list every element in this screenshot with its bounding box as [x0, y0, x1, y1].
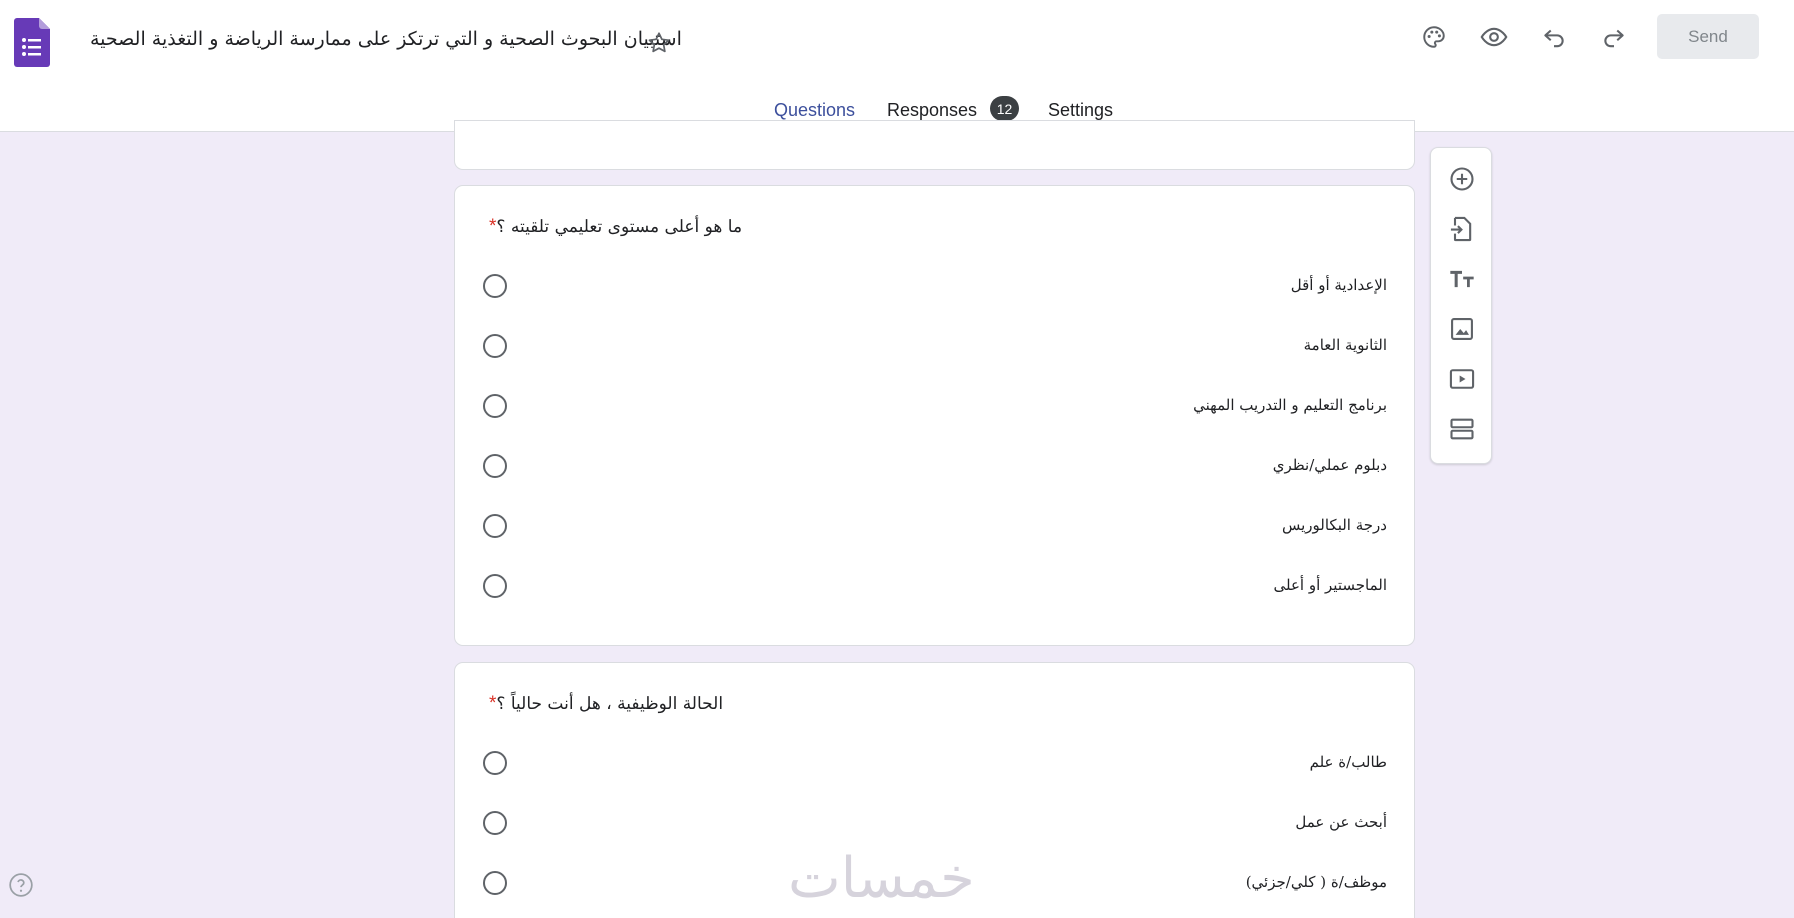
- option-row[interactable]: الماجستير أو أعلى: [483, 566, 1387, 606]
- app-header: استبيان البحوث الصحية و التي ترتكز على م…: [0, 0, 1794, 132]
- tab-settings[interactable]: Settings: [1048, 100, 1113, 121]
- radio-button[interactable]: [483, 751, 507, 775]
- radio-button[interactable]: [483, 394, 507, 418]
- option-label: طالب/ة علم: [1309, 753, 1387, 771]
- add-video-icon[interactable]: [1446, 363, 1478, 395]
- option-label: موظف/ة ( كلي/جزئي): [1245, 873, 1387, 891]
- question-card[interactable]: ما هو أعلى مستوى تعليمي تلقيته ؟* الإعدا…: [454, 185, 1415, 646]
- question-toolbar: [1430, 147, 1492, 464]
- option-label: درجة البكالوريس: [1282, 516, 1387, 534]
- eye-icon[interactable]: [1479, 22, 1509, 52]
- radio-button[interactable]: [483, 871, 507, 895]
- option-label: برنامج التعليم و التدريب المهني: [1193, 396, 1387, 414]
- redo-icon[interactable]: [1599, 22, 1629, 52]
- send-button[interactable]: Send: [1657, 14, 1759, 59]
- radio-button[interactable]: [483, 334, 507, 358]
- import-questions-icon[interactable]: [1446, 213, 1478, 245]
- undo-icon[interactable]: [1539, 22, 1569, 52]
- question-title: الحالة الوظيفية ، هل أنت حالياً ؟*: [489, 693, 724, 714]
- add-question-icon[interactable]: [1446, 163, 1478, 195]
- option-label: دبلوم عملي/نظري: [1272, 456, 1387, 474]
- option-row[interactable]: أبحث عن عمل: [483, 803, 1387, 843]
- radio-button[interactable]: [483, 574, 507, 598]
- add-section-icon[interactable]: [1446, 413, 1478, 445]
- option-row[interactable]: طالب/ة علم: [483, 743, 1387, 783]
- form-title[interactable]: استبيان البحوث الصحية و التي ترتكز على م…: [90, 28, 682, 50]
- watermark: خمسات: [788, 846, 975, 911]
- option-row[interactable]: الإعدادية أو أقل: [483, 266, 1387, 306]
- radio-button[interactable]: [483, 514, 507, 538]
- question-title: ما هو أعلى مستوى تعليمي تلقيته ؟*: [489, 216, 743, 237]
- option-row[interactable]: درجة البكالوريس: [483, 506, 1387, 546]
- radio-button[interactable]: [483, 454, 507, 478]
- help-icon[interactable]: [8, 872, 34, 898]
- previous-question-card: [454, 120, 1415, 170]
- forms-logo-icon[interactable]: [14, 18, 50, 67]
- option-label: الماجستير أو أعلى: [1273, 576, 1388, 594]
- tab-responses[interactable]: Responses: [887, 100, 977, 121]
- add-title-icon[interactable]: [1446, 263, 1478, 295]
- option-row[interactable]: برنامج التعليم و التدريب المهني: [483, 386, 1387, 426]
- radio-button[interactable]: [483, 274, 507, 298]
- option-row[interactable]: دبلوم عملي/نظري: [483, 446, 1387, 486]
- palette-icon[interactable]: [1419, 22, 1449, 52]
- add-image-icon[interactable]: [1446, 313, 1478, 345]
- star-icon[interactable]: [646, 30, 672, 56]
- tab-questions[interactable]: Questions: [774, 100, 855, 121]
- responses-count-badge: 12: [990, 96, 1019, 121]
- option-label: الإعدادية أو أقل: [1290, 276, 1387, 294]
- option-row[interactable]: الثانوية العامة: [483, 326, 1387, 366]
- option-label: أبحث عن عمل: [1295, 813, 1387, 831]
- option-label: الثانوية العامة: [1303, 336, 1387, 354]
- radio-button[interactable]: [483, 811, 507, 835]
